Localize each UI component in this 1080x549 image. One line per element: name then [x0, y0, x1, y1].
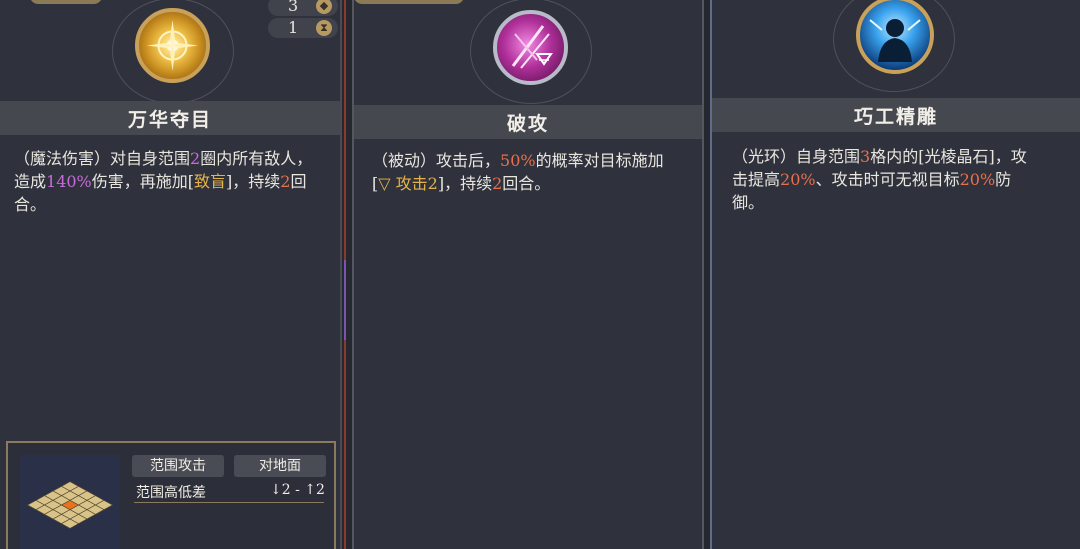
hourglass-icon: ⧗	[316, 20, 332, 36]
skill-title: 破攻	[354, 105, 702, 139]
description-text: （被动）攻击后，	[372, 151, 501, 170]
ground-target-chip: 对地面	[234, 455, 326, 477]
skill-emblem	[828, 0, 958, 96]
height-diff-value: ↓2 - ↑2	[270, 482, 325, 498]
highlight-text: 50%	[500, 151, 536, 170]
range-grid-thumbnail	[20, 455, 120, 549]
description-text: 、攻击时可无视目标	[815, 170, 960, 189]
highlight-text: 20%	[959, 170, 996, 189]
highlight-text: 2	[190, 149, 201, 168]
range-attack-chip: 范围攻击	[132, 455, 224, 477]
skill-title: 万华夺目	[0, 101, 340, 135]
sun-burst-icon[interactable]	[135, 8, 210, 83]
skill-card-3: 巧工精雕 （光环）自身范围3格内的[光棱晶石]，攻 击提高20%、攻击时可无视目标…	[710, 0, 1080, 549]
height-diff-label: 范围高低差	[136, 485, 206, 501]
description-text: （光环）自身范围	[732, 147, 861, 166]
description-text: 防	[995, 170, 1012, 189]
highlight-text: 2	[492, 174, 503, 193]
description-text: 造成	[14, 172, 47, 191]
slash-debuff-icon[interactable]	[493, 10, 568, 85]
highlight-text: 2	[280, 172, 291, 191]
description-text: 合。	[14, 195, 47, 214]
highlight-text: 3	[860, 147, 871, 166]
diamond-icon: ◆	[316, 0, 332, 14]
skill-emblem	[107, 0, 237, 108]
skill-description: （被动）攻击后，50%的概率对目标施加 [▽ 攻击2]，持续2回合。	[372, 149, 702, 195]
description-text: ]，持续	[437, 174, 493, 193]
skill-emblem	[465, 0, 595, 108]
skill-card-1: 3 ◆ 1 ⧗ 万华夺目 （魔法伤害）对自身范围2圈内所有敌人， 造成140%伤害…	[0, 0, 342, 549]
panel-tab-ornament	[354, 0, 464, 4]
range-info-box: 范围攻击 对地面 范围高低差 ↓2 - ↑2	[6, 441, 336, 549]
skill-card-2: 破攻 （被动）攻击后，50%的概率对目标施加 [▽ 攻击2]，持续2回合。	[352, 0, 704, 549]
counter-2: 1 ⧗	[268, 18, 338, 38]
description-text: （魔法伤害）对自身范围	[14, 149, 191, 168]
description-text: 击提高	[732, 170, 781, 189]
description-text: ]，持续	[226, 172, 281, 191]
highlight-text: 致盲	[194, 172, 227, 191]
aura-figure-icon[interactable]	[856, 0, 934, 74]
description-text: 御。	[732, 193, 765, 212]
counter-2-value: 1	[288, 18, 299, 37]
panel-divider	[342, 0, 352, 549]
highlight-text: 20%	[780, 170, 816, 189]
counter-1-value: 3	[288, 0, 299, 15]
description-text: 回合。	[502, 174, 551, 193]
counter-1: 3 ◆	[268, 0, 338, 16]
description-text: 的概率对目标施加	[535, 151, 664, 170]
highlight-text: 140%	[46, 172, 92, 191]
description-text: 回	[290, 172, 307, 191]
description-text: 圈内所有敌人，	[200, 149, 313, 168]
skill-title: 巧工精雕	[712, 98, 1080, 132]
description-text: 格内的[光棱晶石]，攻	[870, 147, 1027, 166]
highlight-text: ▽ 攻击2	[378, 174, 438, 193]
panel-tab-ornament	[30, 0, 102, 4]
skill-description: （魔法伤害）对自身范围2圈内所有敌人， 造成140%伤害，再施加[致盲]，持续2回…	[14, 147, 334, 216]
description-text: 伤害，再施加[	[91, 172, 195, 191]
skill-description: （光环）自身范围3格内的[光棱晶石]，攻 击提高20%、攻击时可无视目标20%防御…	[732, 145, 1072, 214]
